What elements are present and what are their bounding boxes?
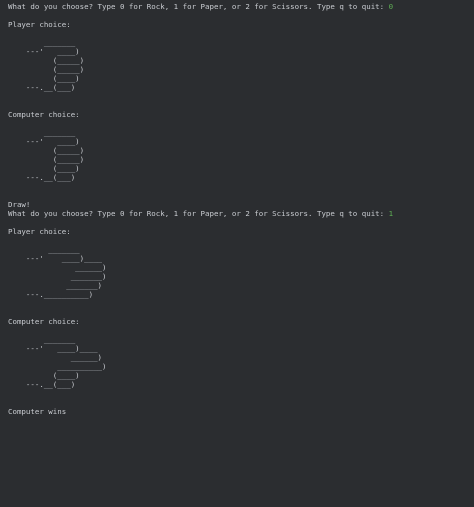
computer-choice-label: Computer choice:: [8, 110, 80, 119]
input-prompt: What do you choose? Type 0 for Rock, 1 f…: [8, 2, 389, 11]
console-output: What do you choose? Type 0 for Rock, 1 f…: [8, 2, 474, 416]
player-rock-art: _______ ---' ____) (_____) (_____) (____…: [25, 38, 85, 92]
user-input-value: 1: [388, 209, 394, 218]
player-paper-art: _______ ---' ____)____ ______) _______) …: [25, 245, 107, 299]
player-choice-label: Player choice:: [8, 227, 71, 236]
computer-scissors-art: _______ ---' ____)____ ______) _________…: [25, 335, 107, 389]
computer-rock-art: _______ ---' ____) (_____) (_____) (____…: [25, 128, 85, 182]
input-prompt: What do you choose? Type 0 for Rock, 1 f…: [8, 209, 389, 218]
run-console: What do you choose? Type 0 for Rock, 1 f…: [0, 0, 474, 507]
round-result: Computer wins: [8, 407, 67, 416]
user-input-value: 0: [388, 2, 394, 11]
computer-choice-label: Computer choice:: [8, 317, 80, 326]
round-result: Draw!: [8, 200, 31, 209]
player-choice-label: Player choice:: [8, 20, 71, 29]
